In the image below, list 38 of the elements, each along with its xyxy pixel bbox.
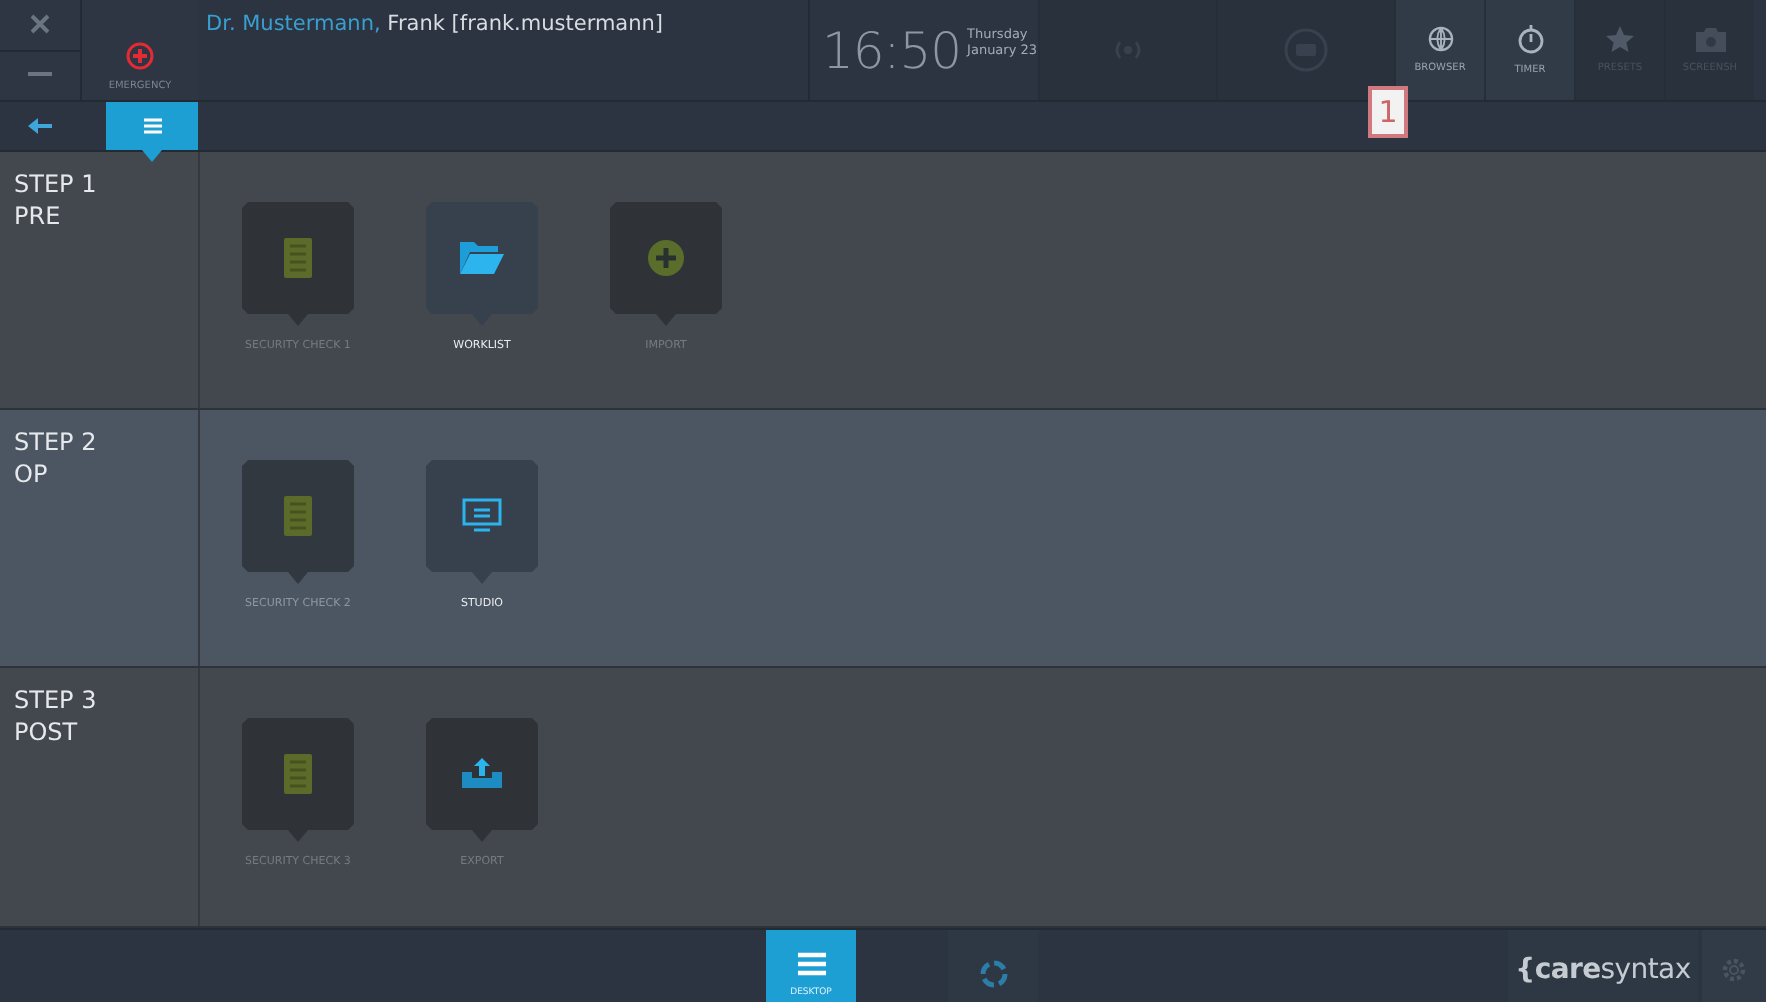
caresyntax-logo: {caresyntax bbox=[1508, 930, 1698, 1002]
camera-icon bbox=[1695, 27, 1725, 51]
step-phase: OP bbox=[14, 459, 50, 491]
menu-icon bbox=[797, 951, 825, 975]
clock-time: 16:50 bbox=[822, 21, 962, 79]
worklist-tile[interactable] bbox=[426, 202, 538, 326]
minimize-icon bbox=[28, 72, 52, 79]
security-tile[interactable] bbox=[242, 460, 354, 584]
export-tile[interactable] bbox=[426, 718, 538, 842]
plus-circle-icon bbox=[126, 42, 154, 70]
import-tile[interactable] bbox=[610, 202, 722, 326]
security-tile[interactable] bbox=[242, 202, 354, 326]
settings-icon bbox=[1720, 956, 1748, 984]
step-phase: POST bbox=[14, 717, 80, 749]
globe-icon bbox=[1427, 26, 1453, 52]
annotation-marker: 1 bbox=[1368, 86, 1408, 138]
step-title: STEP 1 bbox=[14, 170, 99, 202]
stopwatch-icon bbox=[1517, 24, 1543, 54]
target-icon bbox=[979, 960, 1007, 988]
document-icon bbox=[284, 238, 312, 278]
plus-circle-icon bbox=[648, 240, 684, 276]
user-name: Dr. Mustermann, Frank [frank.mustermann] bbox=[198, 0, 810, 100]
folder-icon bbox=[460, 242, 504, 274]
settings-button[interactable] bbox=[1702, 930, 1766, 1002]
step-phase: PRE bbox=[14, 201, 63, 233]
security-tile[interactable] bbox=[242, 718, 354, 842]
close-icon bbox=[30, 14, 50, 35]
upload-tray-icon bbox=[462, 756, 502, 792]
back-arrow-icon bbox=[28, 118, 52, 134]
step-title: STEP 3 bbox=[14, 686, 99, 718]
studio-tile[interactable] bbox=[426, 460, 538, 584]
star-icon bbox=[1606, 26, 1634, 52]
target-nav-button[interactable] bbox=[948, 930, 1038, 1002]
monitor-icon bbox=[462, 498, 502, 534]
menu-icon bbox=[143, 118, 161, 134]
document-icon bbox=[284, 496, 312, 536]
document-icon bbox=[284, 754, 312, 794]
step-title: STEP 2 bbox=[14, 428, 99, 460]
